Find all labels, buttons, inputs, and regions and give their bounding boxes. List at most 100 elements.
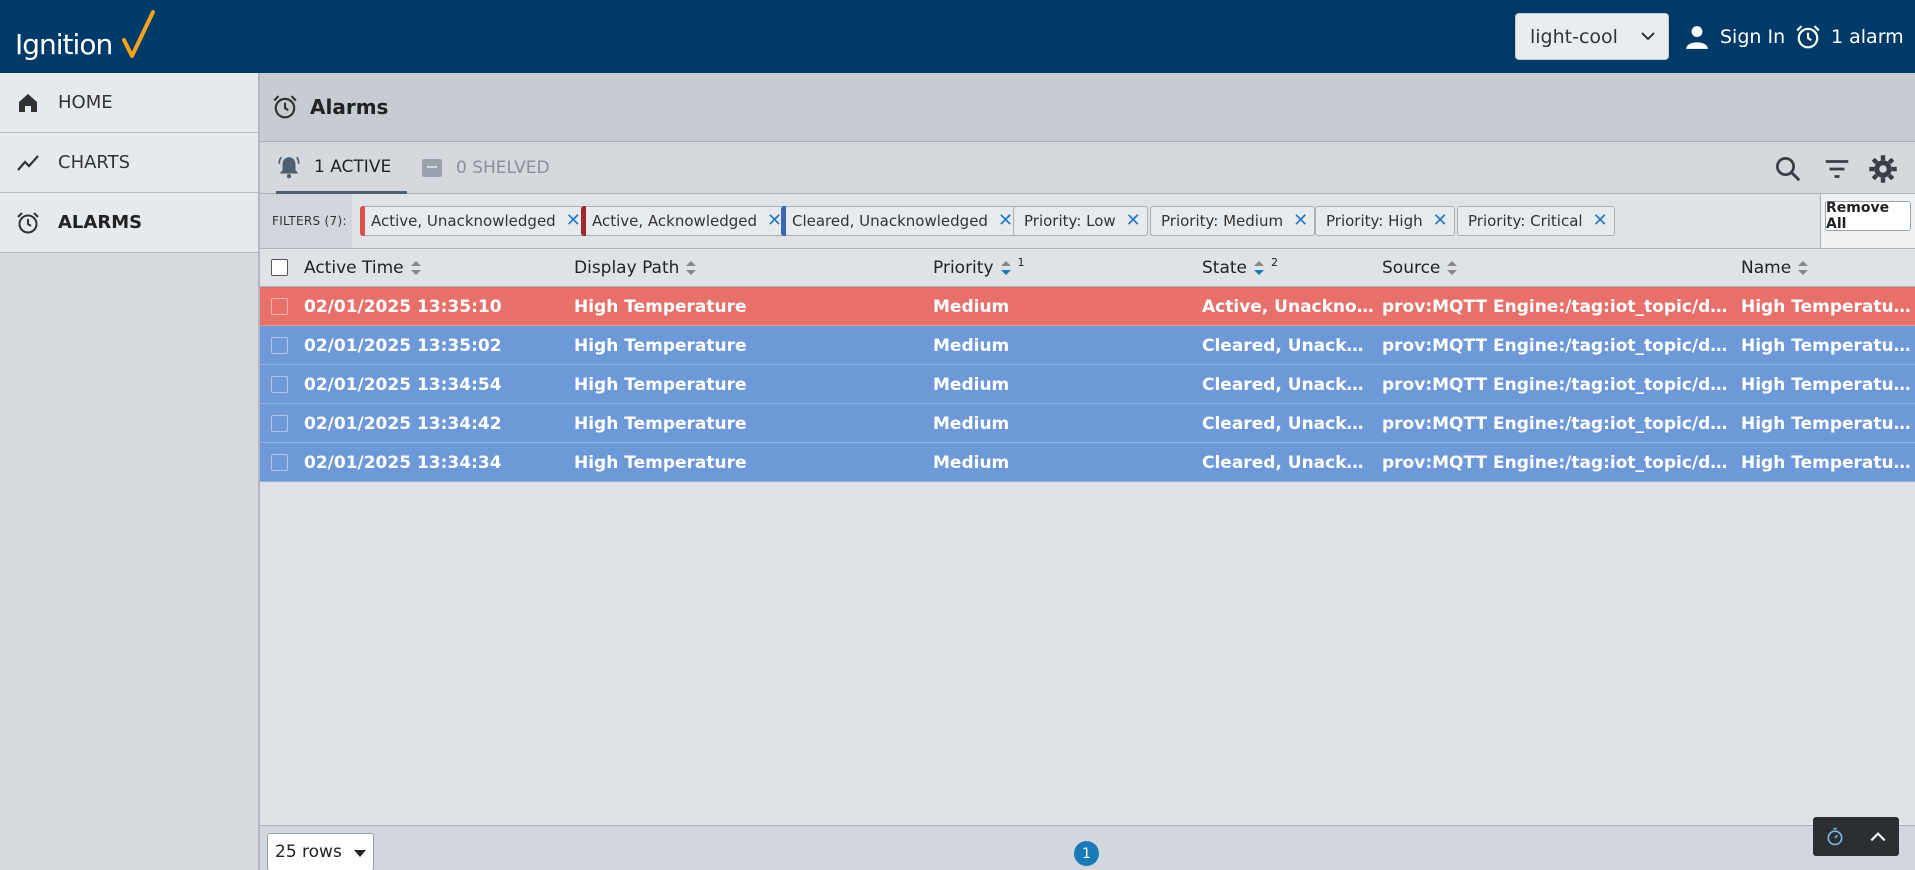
- remove-all-button[interactable]: Remove All: [1825, 200, 1911, 232]
- theme-select-value: light-cool: [1530, 26, 1618, 48]
- cell-state: Cleared, Unackno...: [1202, 453, 1374, 473]
- chip-label: Priority: Critical: [1468, 212, 1583, 230]
- close-icon[interactable]: ✕: [767, 212, 782, 230]
- cell-name: High Temperature...: [1741, 375, 1913, 395]
- close-icon[interactable]: ✕: [1593, 212, 1608, 230]
- sidebar-item-home[interactable]: HOME: [0, 73, 258, 133]
- close-icon[interactable]: ✕: [1126, 212, 1141, 230]
- row-checkbox[interactable]: [271, 376, 288, 393]
- sidebar-item-alarms[interactable]: ALARMS: [0, 193, 258, 253]
- close-icon[interactable]: ✕: [998, 212, 1013, 230]
- tab-shelved-label: 0 SHELVED: [456, 158, 550, 178]
- column-header-active-time[interactable]: Active Time: [304, 258, 422, 278]
- filter-icon[interactable]: [1822, 154, 1852, 184]
- sort-icon: [1798, 261, 1809, 275]
- table-row[interactable]: 02/01/2025 13:35:02 High Temperature Med…: [260, 326, 1915, 365]
- main-content: Alarms 1 ACTIVE 0 SHELVED FILTERS (7): A…: [260, 73, 1915, 870]
- close-icon[interactable]: ✕: [1293, 212, 1308, 230]
- column-header-source[interactable]: Source: [1382, 258, 1458, 278]
- alarm-count-button[interactable]: 1 alarm: [1795, 18, 1904, 56]
- gear-icon[interactable]: [1868, 154, 1898, 184]
- cell-priority: Medium: [933, 453, 1010, 473]
- alarm-clock-icon: [273, 95, 297, 119]
- sidebar-item-label: HOME: [58, 92, 113, 113]
- filter-chip[interactable]: Priority: Critical ✕: [1457, 206, 1615, 236]
- row-checkbox[interactable]: [271, 415, 288, 432]
- column-header-priority[interactable]: Priority 1: [933, 256, 1025, 279]
- alarm-clock-icon: [1796, 25, 1820, 49]
- cell-name: High Temperature...: [1741, 453, 1913, 473]
- cell-display-path: High Temperature: [574, 453, 747, 473]
- column-header-label: Display Path: [574, 258, 680, 278]
- column-header-label: Active Time: [304, 258, 404, 278]
- table-row[interactable]: 02/01/2025 13:34:42 High Temperature Med…: [260, 404, 1915, 443]
- caret-down-icon: [354, 850, 366, 857]
- cell-state: Cleared, Unackno...: [1202, 336, 1374, 356]
- chevron-up-icon: [1870, 831, 1885, 841]
- column-header-state[interactable]: State 2: [1202, 256, 1278, 279]
- row-checkbox[interactable]: [271, 454, 288, 471]
- column-header-label: Source: [1382, 258, 1441, 278]
- sign-in-label: Sign In: [1720, 26, 1786, 48]
- row-checkbox[interactable]: [271, 298, 288, 315]
- cell-name: High Temperature...: [1741, 297, 1913, 317]
- cell-priority: Medium: [933, 414, 1010, 434]
- chip-label: Priority: High: [1326, 212, 1423, 230]
- sign-in-button[interactable]: Sign In: [1684, 18, 1785, 56]
- cell-active-time: 02/01/2025 13:34:34: [304, 453, 502, 473]
- table-body: 02/01/2025 13:35:10 High Temperature Med…: [260, 287, 1915, 482]
- close-icon[interactable]: ✕: [1433, 212, 1448, 230]
- cell-priority: Medium: [933, 297, 1010, 317]
- page-title: Alarms: [310, 95, 389, 119]
- tab-active[interactable]: 1 ACTIVE: [276, 142, 408, 194]
- select-all-checkbox[interactable]: [271, 259, 288, 276]
- rows-per-page-select[interactable]: 25 rows: [267, 833, 374, 870]
- tab-shelved[interactable]: 0 SHELVED: [420, 142, 550, 194]
- alarm-tabs: 1 ACTIVE 0 SHELVED: [260, 142, 1915, 194]
- filter-chip[interactable]: Priority: Low ✕: [1013, 206, 1148, 236]
- logo-text: Ignition: [15, 28, 113, 61]
- page-number-button[interactable]: 1: [1074, 841, 1099, 866]
- filter-chip[interactable]: Cleared, Unacknowledged ✕: [781, 206, 1021, 236]
- table-footer: 25 rows 1: [260, 825, 1915, 870]
- filter-chip[interactable]: Priority: Medium ✕: [1150, 206, 1316, 236]
- floating-toolbar: [1813, 817, 1899, 856]
- cell-active-time: 02/01/2025 13:35:02: [304, 336, 502, 356]
- table-row[interactable]: 02/01/2025 13:34:34 High Temperature Med…: [260, 443, 1915, 482]
- scroll-up-button[interactable]: [1856, 817, 1899, 856]
- table-row[interactable]: 02/01/2025 13:34:54 High Temperature Med…: [260, 365, 1915, 404]
- cell-source: prov:MQTT Engine:/tag:iot_topic/data/t..…: [1382, 453, 1732, 473]
- column-header-display-path[interactable]: Display Path: [574, 258, 697, 278]
- filter-chip[interactable]: Priority: High ✕: [1315, 206, 1455, 236]
- column-header-label: State: [1202, 258, 1247, 278]
- theme-select[interactable]: light-cool: [1515, 13, 1669, 60]
- cell-source: prov:MQTT Engine:/tag:iot_topic/data/t..…: [1382, 375, 1732, 395]
- close-icon[interactable]: ✕: [566, 212, 581, 230]
- filters-label: FILTERS (7):: [272, 214, 347, 228]
- cell-state: Cleared, Unackno...: [1202, 375, 1374, 395]
- table-row[interactable]: 02/01/2025 13:35:10 High Temperature Med…: [260, 287, 1915, 326]
- sort-descending-icon: [1000, 261, 1011, 275]
- filter-chip[interactable]: Active, Acknowledged ✕: [581, 206, 790, 236]
- column-header-name[interactable]: Name: [1741, 258, 1809, 278]
- chart-line-icon: [17, 154, 39, 171]
- sidebar-item-charts[interactable]: CHARTS: [0, 133, 258, 193]
- home-icon: [19, 93, 37, 112]
- cell-active-time: 02/01/2025 13:34:42: [304, 414, 502, 434]
- sort-descending-icon: [1254, 261, 1264, 275]
- chevron-down-icon: [1641, 32, 1655, 41]
- cell-source: prov:MQTT Engine:/tag:iot_topic/data/t..…: [1382, 297, 1732, 317]
- logo-check-mark-icon: [122, 10, 155, 58]
- search-icon[interactable]: [1773, 154, 1803, 184]
- chip-label: Active, Acknowledged: [592, 212, 758, 230]
- cell-priority: Medium: [933, 336, 1010, 356]
- chip-color-bar: [781, 206, 786, 236]
- bell-ringing-icon: [278, 156, 300, 178]
- filter-chip[interactable]: Active, Unacknowledged ✕: [360, 206, 588, 236]
- cell-state: Cleared, Unackno...: [1202, 414, 1374, 434]
- cell-display-path: High Temperature: [574, 336, 747, 356]
- row-checkbox[interactable]: [271, 337, 288, 354]
- ignition-logo[interactable]: Ignition: [15, 10, 155, 64]
- column-header-label: Priority: [933, 258, 994, 278]
- stopwatch-button[interactable]: [1813, 817, 1856, 856]
